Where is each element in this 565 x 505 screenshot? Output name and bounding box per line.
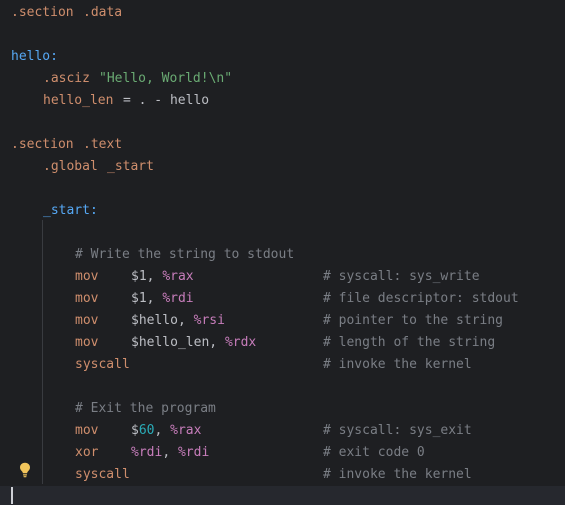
operands: %rdi, %rdi bbox=[131, 445, 210, 460]
instruction: xor bbox=[75, 445, 99, 460]
operands: $1, %rax bbox=[131, 269, 194, 284]
comment: # syscall: sys_write bbox=[323, 269, 480, 284]
length-expression: = . - hello bbox=[123, 93, 210, 108]
code-line-19[interactable]: # Exit the program bbox=[0, 398, 565, 420]
text-caret bbox=[11, 487, 13, 504]
code-line-1[interactable]: .section .data bbox=[0, 2, 565, 24]
comment: # length of the string bbox=[323, 335, 496, 350]
code-editor[interactable]: .section .data hello: .asciz "Hello, Wor… bbox=[0, 0, 565, 505]
current-line-highlight[interactable] bbox=[0, 486, 565, 505]
operands: $1, %rdi bbox=[131, 291, 194, 306]
comment: # invoke the kernel bbox=[323, 467, 472, 482]
instruction: syscall bbox=[75, 357, 130, 372]
code-line-21[interactable]: xor %rdi, %rdi # exit code 0 bbox=[0, 442, 565, 464]
code-line-8[interactable]: .global _start bbox=[0, 156, 565, 178]
code-line-7[interactable]: .section .text bbox=[0, 134, 565, 156]
comment: # file descriptor: stdout bbox=[323, 291, 519, 306]
label-hello: hello: bbox=[11, 49, 58, 64]
section-directive: .section bbox=[11, 5, 74, 20]
operands: $hello_len, %rdx bbox=[131, 335, 257, 350]
global-symbol: _start bbox=[107, 159, 154, 174]
instruction: mov bbox=[75, 423, 99, 438]
section-name: .text bbox=[83, 137, 123, 152]
code-line-14[interactable]: mov $1, %rdi # file descriptor: stdout bbox=[0, 288, 565, 310]
symbol-hello-len: hello_len bbox=[43, 93, 114, 108]
code-line-15[interactable]: mov $hello, %rsi # pointer to the string bbox=[0, 310, 565, 332]
section-directive: .section bbox=[11, 137, 74, 152]
operands: $hello, %rsi bbox=[131, 313, 225, 328]
asciz-directive: .asciz bbox=[43, 71, 90, 86]
code-line-22[interactable]: syscall # invoke the kernel bbox=[0, 464, 565, 486]
code-line-17[interactable]: syscall # invoke the kernel bbox=[0, 354, 565, 376]
comment: # exit code 0 bbox=[323, 445, 425, 460]
comment: # Write the string to stdout bbox=[75, 247, 295, 262]
operands: $60, %rax bbox=[131, 423, 202, 438]
code-line-3[interactable]: hello: bbox=[0, 46, 565, 68]
instruction: mov bbox=[75, 269, 99, 284]
code-line-12[interactable]: # Write the string to stdout bbox=[0, 244, 565, 266]
comment: # Exit the program bbox=[75, 401, 216, 416]
code-line-13[interactable]: mov $1, %rax # syscall: sys_write bbox=[0, 266, 565, 288]
global-directive: .global bbox=[43, 159, 98, 174]
instruction: syscall bbox=[75, 467, 130, 482]
code-line-5[interactable]: hello_len = . - hello bbox=[0, 90, 565, 112]
lightbulb-icon[interactable] bbox=[19, 462, 31, 478]
label-start: _start: bbox=[43, 203, 98, 218]
code-line-4[interactable]: .asciz "Hello, World!\n" bbox=[0, 68, 565, 90]
instruction: mov bbox=[75, 313, 99, 328]
comment: # syscall: sys_exit bbox=[323, 423, 472, 438]
comment: # invoke the kernel bbox=[323, 357, 472, 372]
code-line-10[interactable]: _start: bbox=[0, 200, 565, 222]
comment: # pointer to the string bbox=[323, 313, 504, 328]
section-name: .data bbox=[83, 5, 123, 20]
instruction: mov bbox=[75, 291, 99, 306]
string-literal: "Hello, World!\n" bbox=[99, 71, 233, 86]
code-line-16[interactable]: mov $hello_len, %rdx # length of the str… bbox=[0, 332, 565, 354]
instruction: mov bbox=[75, 335, 99, 350]
code-line-20[interactable]: mov $60, %rax # syscall: sys_exit bbox=[0, 420, 565, 442]
